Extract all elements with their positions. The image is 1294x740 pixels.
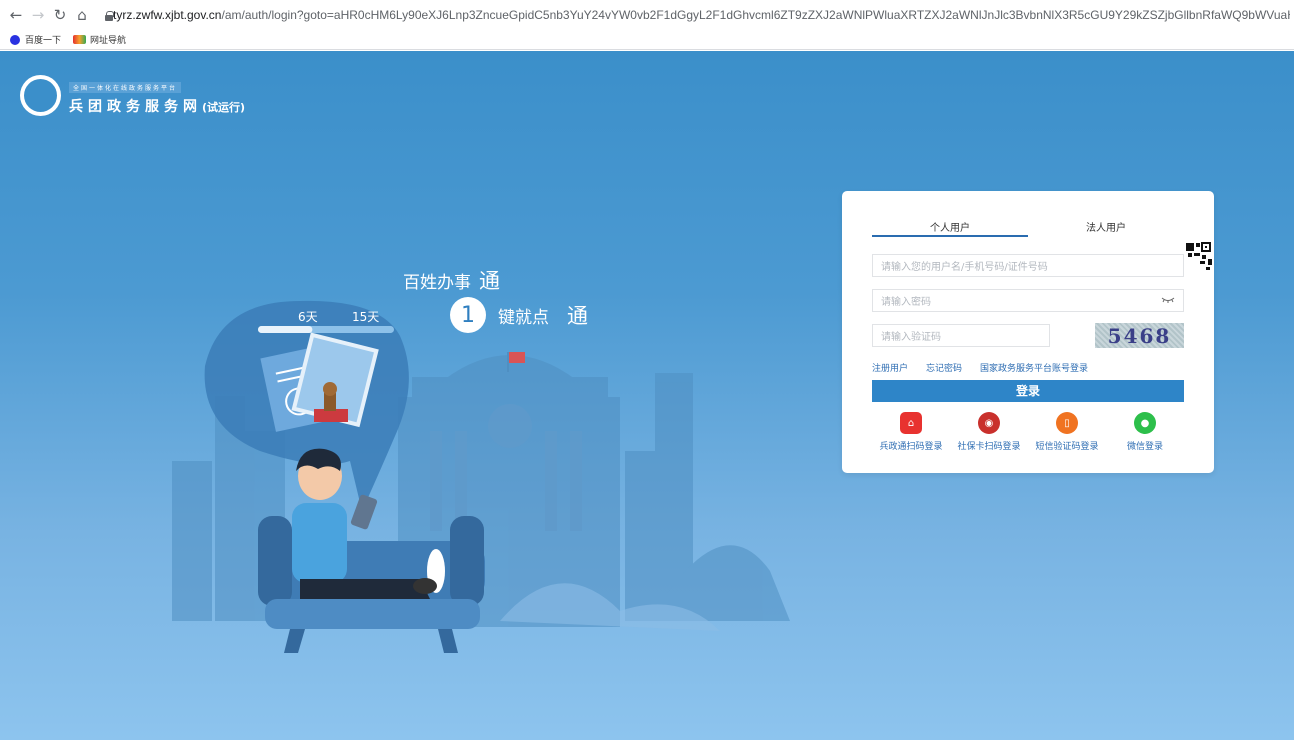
back-arrow-icon[interactable]: ← xyxy=(5,4,27,26)
progress-fill xyxy=(258,326,313,333)
hao123-icon xyxy=(73,35,87,44)
slogan-text-1: 百姓办事 xyxy=(403,273,471,293)
password-input[interactable]: 请输入密码 xyxy=(872,289,1184,312)
reload-icon[interactable]: ↻ xyxy=(49,4,71,26)
alt-login-social-security[interactable]: ◉ 社保卡扫码登录 xyxy=(950,412,1028,452)
url-path: /am/auth/login?goto=aHR0cHM6Ly90eXJ6Lnp3… xyxy=(221,8,1290,22)
national-platform-login-link[interactable]: 国家政务服务平台账号登录 xyxy=(980,361,1088,374)
url-host: tyrz.zwfw.xjbt.gov.cn xyxy=(113,8,222,22)
login-links: 注册用户 忘记密码 国家政务服务平台账号登录 xyxy=(872,361,1106,374)
alt-login-label: 社保卡扫码登录 xyxy=(957,442,1021,452)
slogan-line-1: 百姓办事通 xyxy=(403,265,500,295)
slogan-number-badge: 1 xyxy=(450,297,486,333)
flag-icon xyxy=(509,352,525,363)
slogan-text-2: 键就点 xyxy=(498,307,549,328)
alt-login-wechat[interactable]: ● 微信登录 xyxy=(1106,412,1184,452)
login-card: 个人用户 法人用户 请输入您的用户名/手机号码/证件号码 请输入密码 请输入验证… xyxy=(842,191,1214,473)
slogan-line-2: 1 键就点 通 xyxy=(450,297,588,333)
register-link[interactable]: 注册用户 xyxy=(872,361,908,374)
login-page: 全国一体化在线政务服务平台 兵团政务服务网(试运行) 百姓办事通 1 键就点 通… xyxy=(0,51,1294,740)
bookmarks-bar: 百度一下 网址导航 xyxy=(0,30,1294,50)
bookmark-baidu[interactable]: 百度一下 xyxy=(10,33,61,46)
browser-toolbar: ← → ↻ ⌂ tyrz.zwfw.xjbt.gov.cn/am/auth/lo… xyxy=(0,0,1294,30)
alt-login-label: 微信登录 xyxy=(1126,442,1163,452)
home-icon[interactable]: ⌂ xyxy=(71,4,93,26)
captcha-input[interactable]: 请输入验证码 xyxy=(872,324,1050,347)
phone-sms-icon: ▯ xyxy=(1056,412,1078,434)
stamp-top xyxy=(323,382,337,396)
alt-login-label: 短信验证码登录 xyxy=(1035,442,1099,452)
bookmark-label: 百度一下 xyxy=(25,36,62,46)
forgot-password-link[interactable]: 忘记密码 xyxy=(926,361,962,374)
baidu-paw-icon xyxy=(10,34,20,45)
logo-title-suffix: (试运行) xyxy=(202,101,246,114)
address-bar[interactable]: tyrz.zwfw.xjbt.gov.cn/am/auth/login?goto… xyxy=(105,3,1290,27)
logo-text: 全国一体化在线政务服务平台 兵团政务服务网(试运行) xyxy=(69,75,245,116)
eye-closed-icon[interactable] xyxy=(1161,296,1175,304)
emblem-icon xyxy=(20,75,61,116)
slogan-accent-2: 通 xyxy=(567,304,588,328)
user-type-tabs: 个人用户 法人用户 xyxy=(872,213,1184,237)
tab-legal-person-user[interactable]: 法人用户 xyxy=(1028,213,1184,237)
captcha-image[interactable]: 5468 xyxy=(1095,323,1184,348)
alt-login-label: 兵政通扫码登录 xyxy=(879,442,943,452)
bookmark-label: 网址导航 xyxy=(90,36,127,46)
site-logo[interactable]: 全国一体化在线政务服务平台 兵团政务服务网(试运行) xyxy=(20,75,245,116)
login-button[interactable]: 登录 xyxy=(872,380,1184,402)
slogan-accent-1: 通 xyxy=(479,269,500,293)
alternative-logins: ⌂ 兵政通扫码登录 ◉ 社保卡扫码登录 ▯ 短信验证码登录 ● 微信登录 xyxy=(872,412,1184,452)
alt-login-bingzhengtong[interactable]: ⌂ 兵政通扫码登录 xyxy=(872,412,950,452)
logo-subtitle: 全国一体化在线政务服务平台 xyxy=(69,82,182,93)
alt-login-sms[interactable]: ▯ 短信验证码登录 xyxy=(1028,412,1106,452)
qr-code-toggle-icon[interactable] xyxy=(1184,241,1214,271)
logo-title: 兵团政务服务网(试运行) xyxy=(69,96,245,116)
bubble-label-right: 15天 xyxy=(352,310,380,324)
bubble-label-left: 6天 xyxy=(298,310,318,324)
password-placeholder: 请输入密码 xyxy=(881,297,931,308)
social-security-card-icon: ◉ xyxy=(978,412,1000,434)
logo-title-main: 兵团政务服务网 xyxy=(69,99,202,115)
forward-arrow-icon[interactable]: → xyxy=(27,4,49,26)
tab-personal-user[interactable]: 个人用户 xyxy=(872,213,1028,237)
username-input[interactable]: 请输入您的用户名/手机号码/证件号码 xyxy=(872,254,1184,277)
flag-pole xyxy=(507,352,509,372)
bookmark-hao123[interactable]: 网址导航 xyxy=(73,33,126,46)
bingzhengtong-icon: ⌂ xyxy=(900,412,922,434)
wechat-icon: ● xyxy=(1134,412,1156,434)
